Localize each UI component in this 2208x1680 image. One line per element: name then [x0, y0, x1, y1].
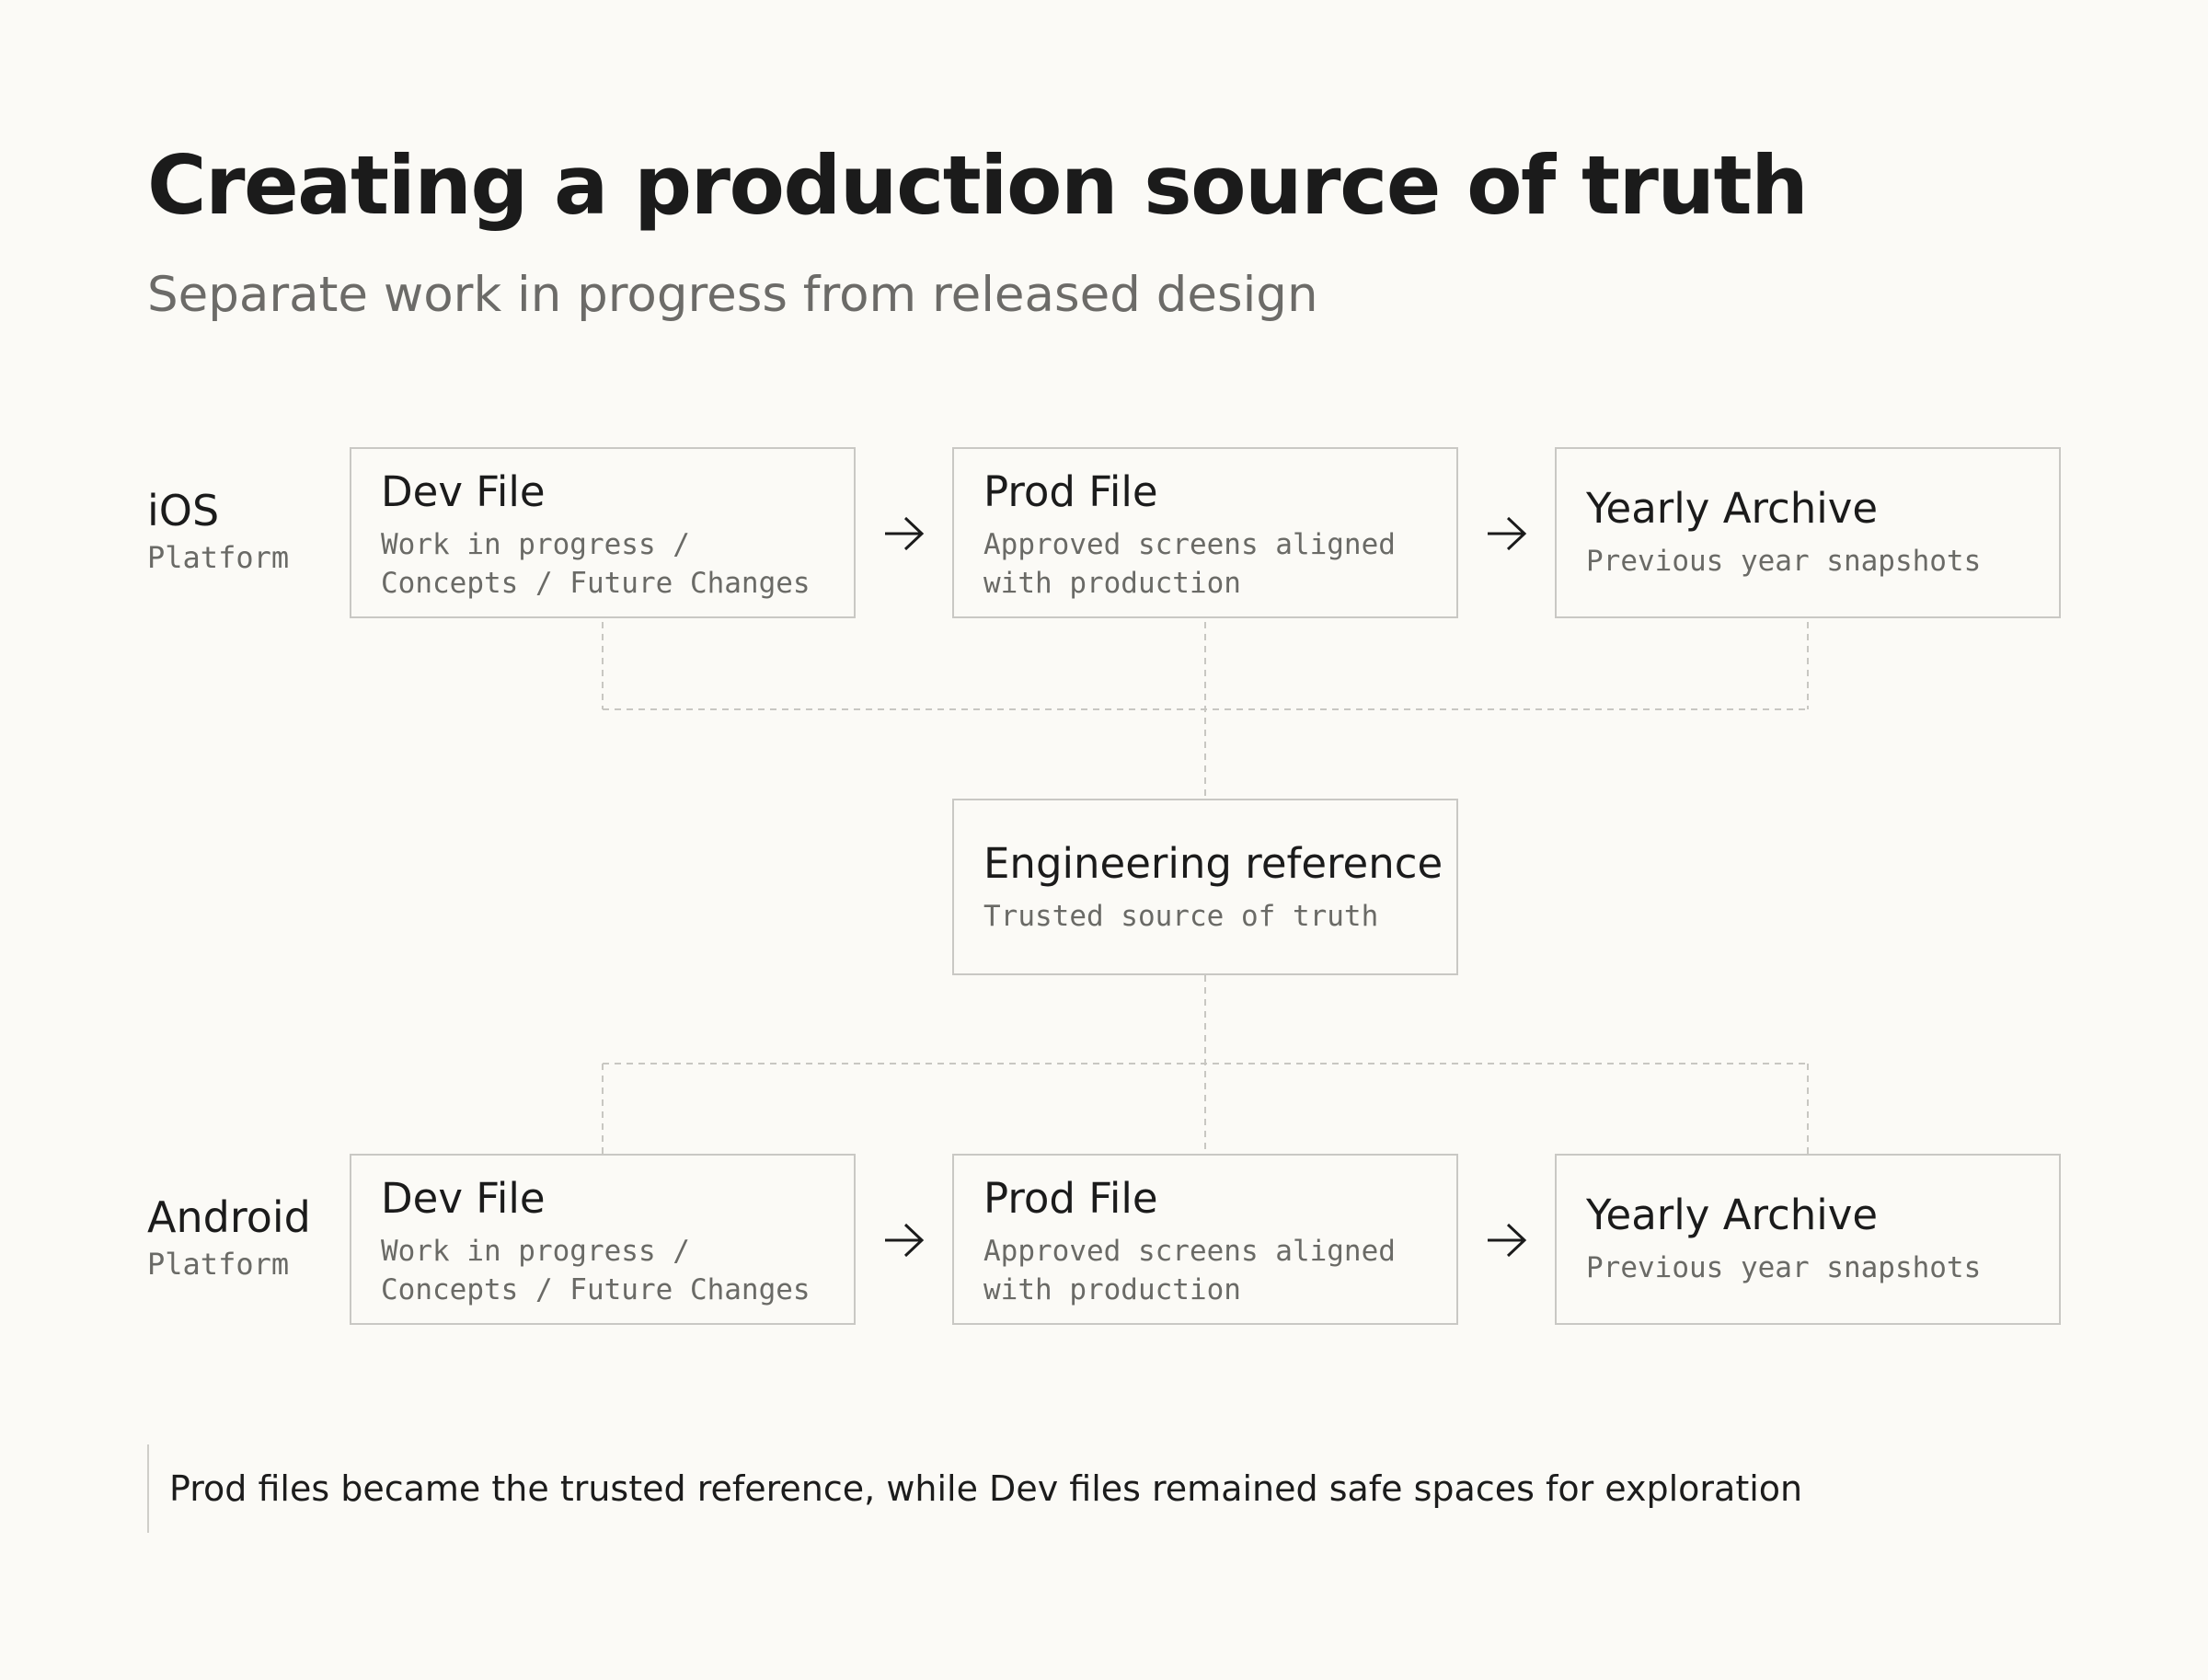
android-dev-file-box: Dev File Work in progress / Concepts / F…: [350, 1154, 856, 1325]
arrow-right-icon: [885, 1223, 925, 1258]
box-description: Approved screens aligned with production: [983, 528, 1396, 600]
engineering-reference-box: Engineering reference Trusted source of …: [952, 799, 1458, 975]
platform-name: Android: [147, 1192, 311, 1242]
box-description: Work in progress / Concepts / Future Cha…: [381, 528, 811, 600]
box-title: Yearly Archive: [1586, 484, 1879, 533]
arrow-right-icon: [885, 516, 925, 551]
box-description: Approved screens aligned with production: [983, 1235, 1396, 1306]
platform-subtitle: Platform: [147, 1247, 290, 1282]
arrow-right-icon: [1488, 516, 1527, 551]
android-prod-file-box: Prod File Approved screens aligned with …: [952, 1154, 1458, 1325]
box-description: Previous year snapshots: [1586, 545, 1982, 578]
box-title: Yearly Archive: [1586, 1191, 1879, 1239]
platform-name: iOS: [147, 486, 220, 535]
box-title: Dev File: [381, 1174, 546, 1223]
ios-prod-file-box: Prod File Approved screens aligned with …: [952, 447, 1458, 618]
box-description: Previous year snapshots: [1586, 1251, 1982, 1284]
platform-label-android: Android Platform: [147, 1196, 311, 1279]
box-title: Dev File: [381, 467, 546, 516]
android-yearly-archive-box: Yearly Archive Previous year snapshots: [1555, 1154, 2061, 1325]
platform-label-ios: iOS Platform: [147, 489, 289, 572]
box-description: Trusted source of truth: [983, 900, 1379, 933]
ios-yearly-archive-box: Yearly Archive Previous year snapshots: [1555, 447, 2061, 618]
footer-note-text: Prod files became the trusted reference,…: [169, 1468, 1803, 1509]
platform-subtitle: Platform: [147, 540, 290, 575]
arrow-right-icon: [1488, 1223, 1527, 1258]
ios-dev-file-box: Dev File Work in progress / Concepts / F…: [350, 447, 856, 618]
box-title: Prod File: [983, 1174, 1158, 1223]
box-description: Work in progress / Concepts / Future Cha…: [381, 1235, 811, 1306]
box-title: Prod File: [983, 467, 1158, 516]
footer-note: Prod files became the trusted reference,…: [147, 1444, 1802, 1533]
box-title: Engineering reference: [983, 839, 1443, 888]
